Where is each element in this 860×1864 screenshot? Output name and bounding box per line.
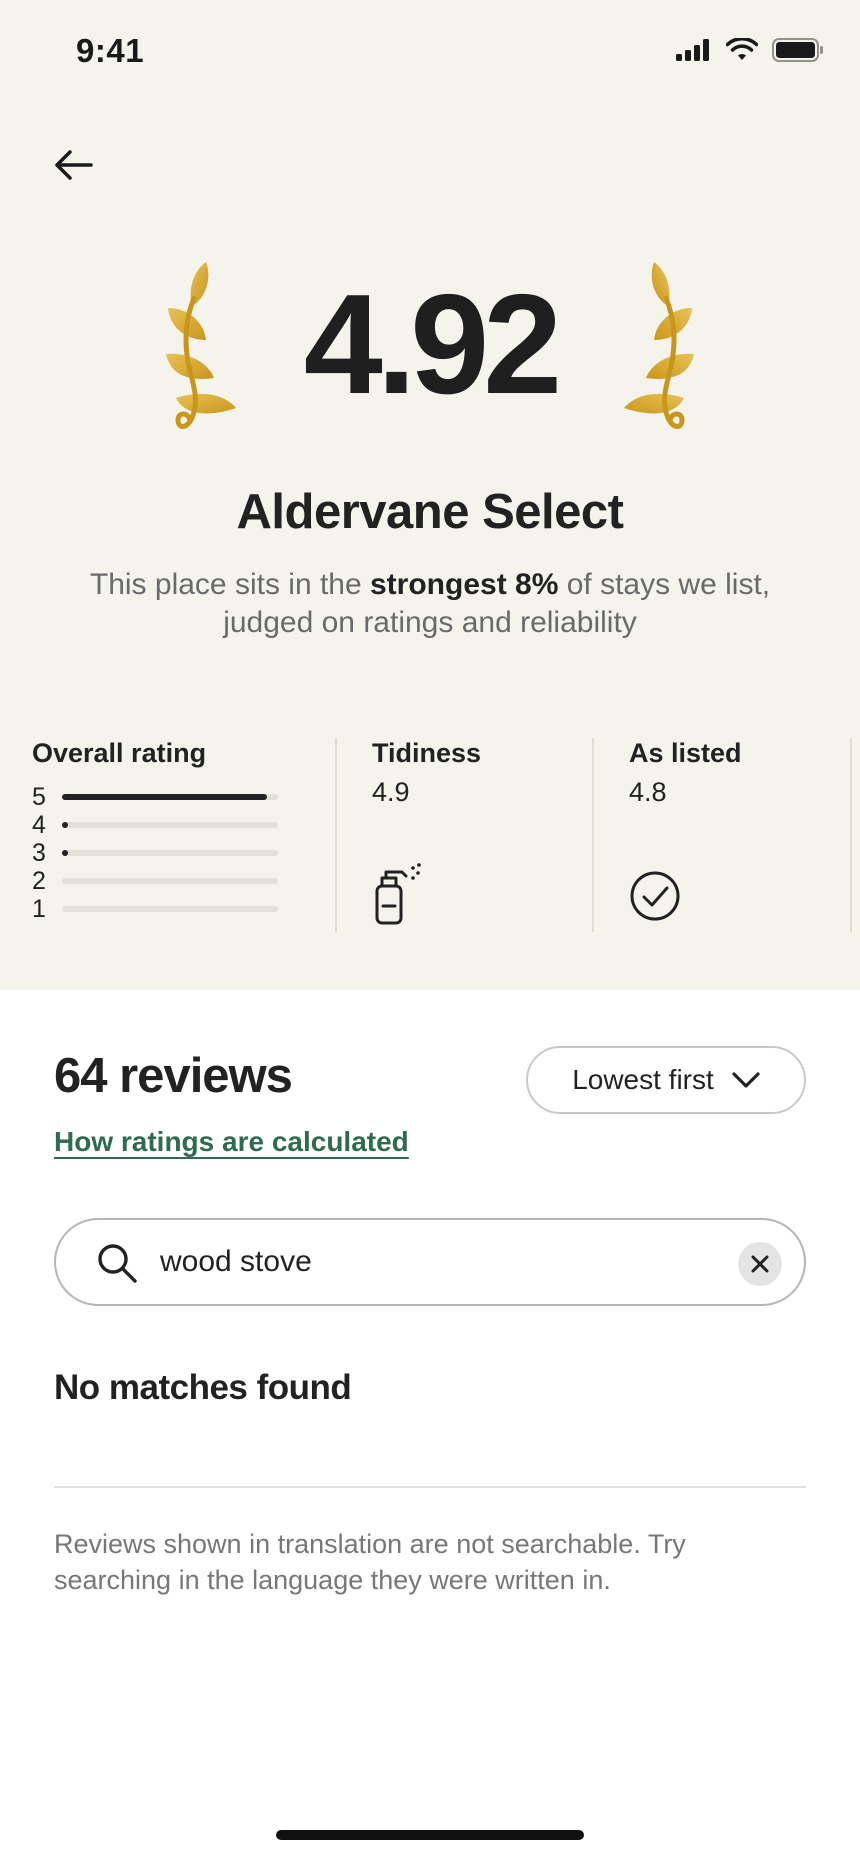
spray-bottle-icon	[375, 863, 421, 925]
metric-divider	[592, 738, 594, 932]
bar-label: 5	[32, 782, 46, 811]
rating-bar-row: 5	[32, 783, 302, 811]
metric-title: Overall rating	[32, 738, 207, 768]
as-listed-metric: As listed 4.8	[629, 738, 829, 932]
home-indicator[interactable]	[276, 1830, 584, 1840]
overall-rating-metric: Overall rating 5 4 3 2 1	[32, 738, 302, 932]
rating-metrics: Overall rating 5 4 3 2 1 Tidiness 4.9 As…	[0, 738, 860, 932]
metric-value: 4.9	[372, 777, 410, 807]
tidiness-metric: Tidiness 4.9	[372, 738, 572, 932]
bar-track	[62, 794, 278, 800]
bar-track	[62, 878, 278, 884]
bar-track	[62, 822, 278, 828]
metric-divider	[850, 738, 852, 932]
wifi-icon	[726, 38, 758, 60]
bar-fill	[62, 850, 68, 856]
reviews-count: 64 reviews	[54, 1049, 293, 1103]
search-icon	[98, 1244, 137, 1283]
metric-title: As listed	[629, 738, 742, 768]
metric-value: 4.8	[629, 777, 667, 807]
divider	[54, 1486, 806, 1488]
overall-score: 4.92	[303, 265, 562, 424]
metric-divider	[335, 738, 337, 932]
back-button[interactable]	[48, 140, 98, 190]
arrow-left-icon	[55, 150, 93, 180]
search-input[interactable]	[160, 1238, 720, 1286]
bar-label: 3	[32, 838, 46, 867]
translation-note: Reviews shown in translation are not sea…	[54, 1529, 686, 1595]
bar-track	[62, 850, 278, 856]
metric-title: Tidiness	[372, 738, 482, 768]
place-description: This place sits in the strongest 8% of s…	[80, 566, 780, 642]
bar-fill	[62, 794, 268, 800]
description-highlight: strongest 8%	[370, 568, 559, 601]
status-icons	[676, 38, 824, 62]
status-bar: 9:41	[0, 0, 860, 110]
bar-fill	[62, 822, 69, 828]
close-icon	[751, 1255, 769, 1273]
ratings-calculation-link[interactable]: How ratings are calculated	[54, 1126, 409, 1158]
sort-dropdown[interactable]: Lowest first	[526, 1046, 806, 1114]
rating-bar-row: 4	[32, 811, 302, 839]
cellular-signal-icon	[676, 39, 709, 61]
description-text: This place sits in the	[89, 568, 370, 601]
bar-label: 2	[32, 866, 46, 895]
rating-bar-row: 1	[32, 895, 302, 923]
rating-distribution: 5 4 3 2 1	[32, 783, 302, 923]
chevron-down-icon	[732, 1072, 760, 1088]
sort-label: Lowest first	[572, 1064, 714, 1095]
bar-label: 4	[32, 810, 46, 839]
rating-bar-row: 3	[32, 839, 302, 867]
rating-bar-row: 2	[32, 867, 302, 895]
bar-track	[62, 906, 278, 912]
battery-icon	[772, 38, 823, 62]
place-name: Aldervane Select	[236, 485, 624, 539]
check-circle-icon	[630, 871, 680, 921]
review-search-box[interactable]	[54, 1218, 806, 1306]
empty-state-title: No matches found	[54, 1368, 352, 1407]
clear-search-button[interactable]	[738, 1242, 782, 1286]
status-time: 9:41	[76, 32, 145, 69]
bar-label: 1	[32, 894, 46, 923]
